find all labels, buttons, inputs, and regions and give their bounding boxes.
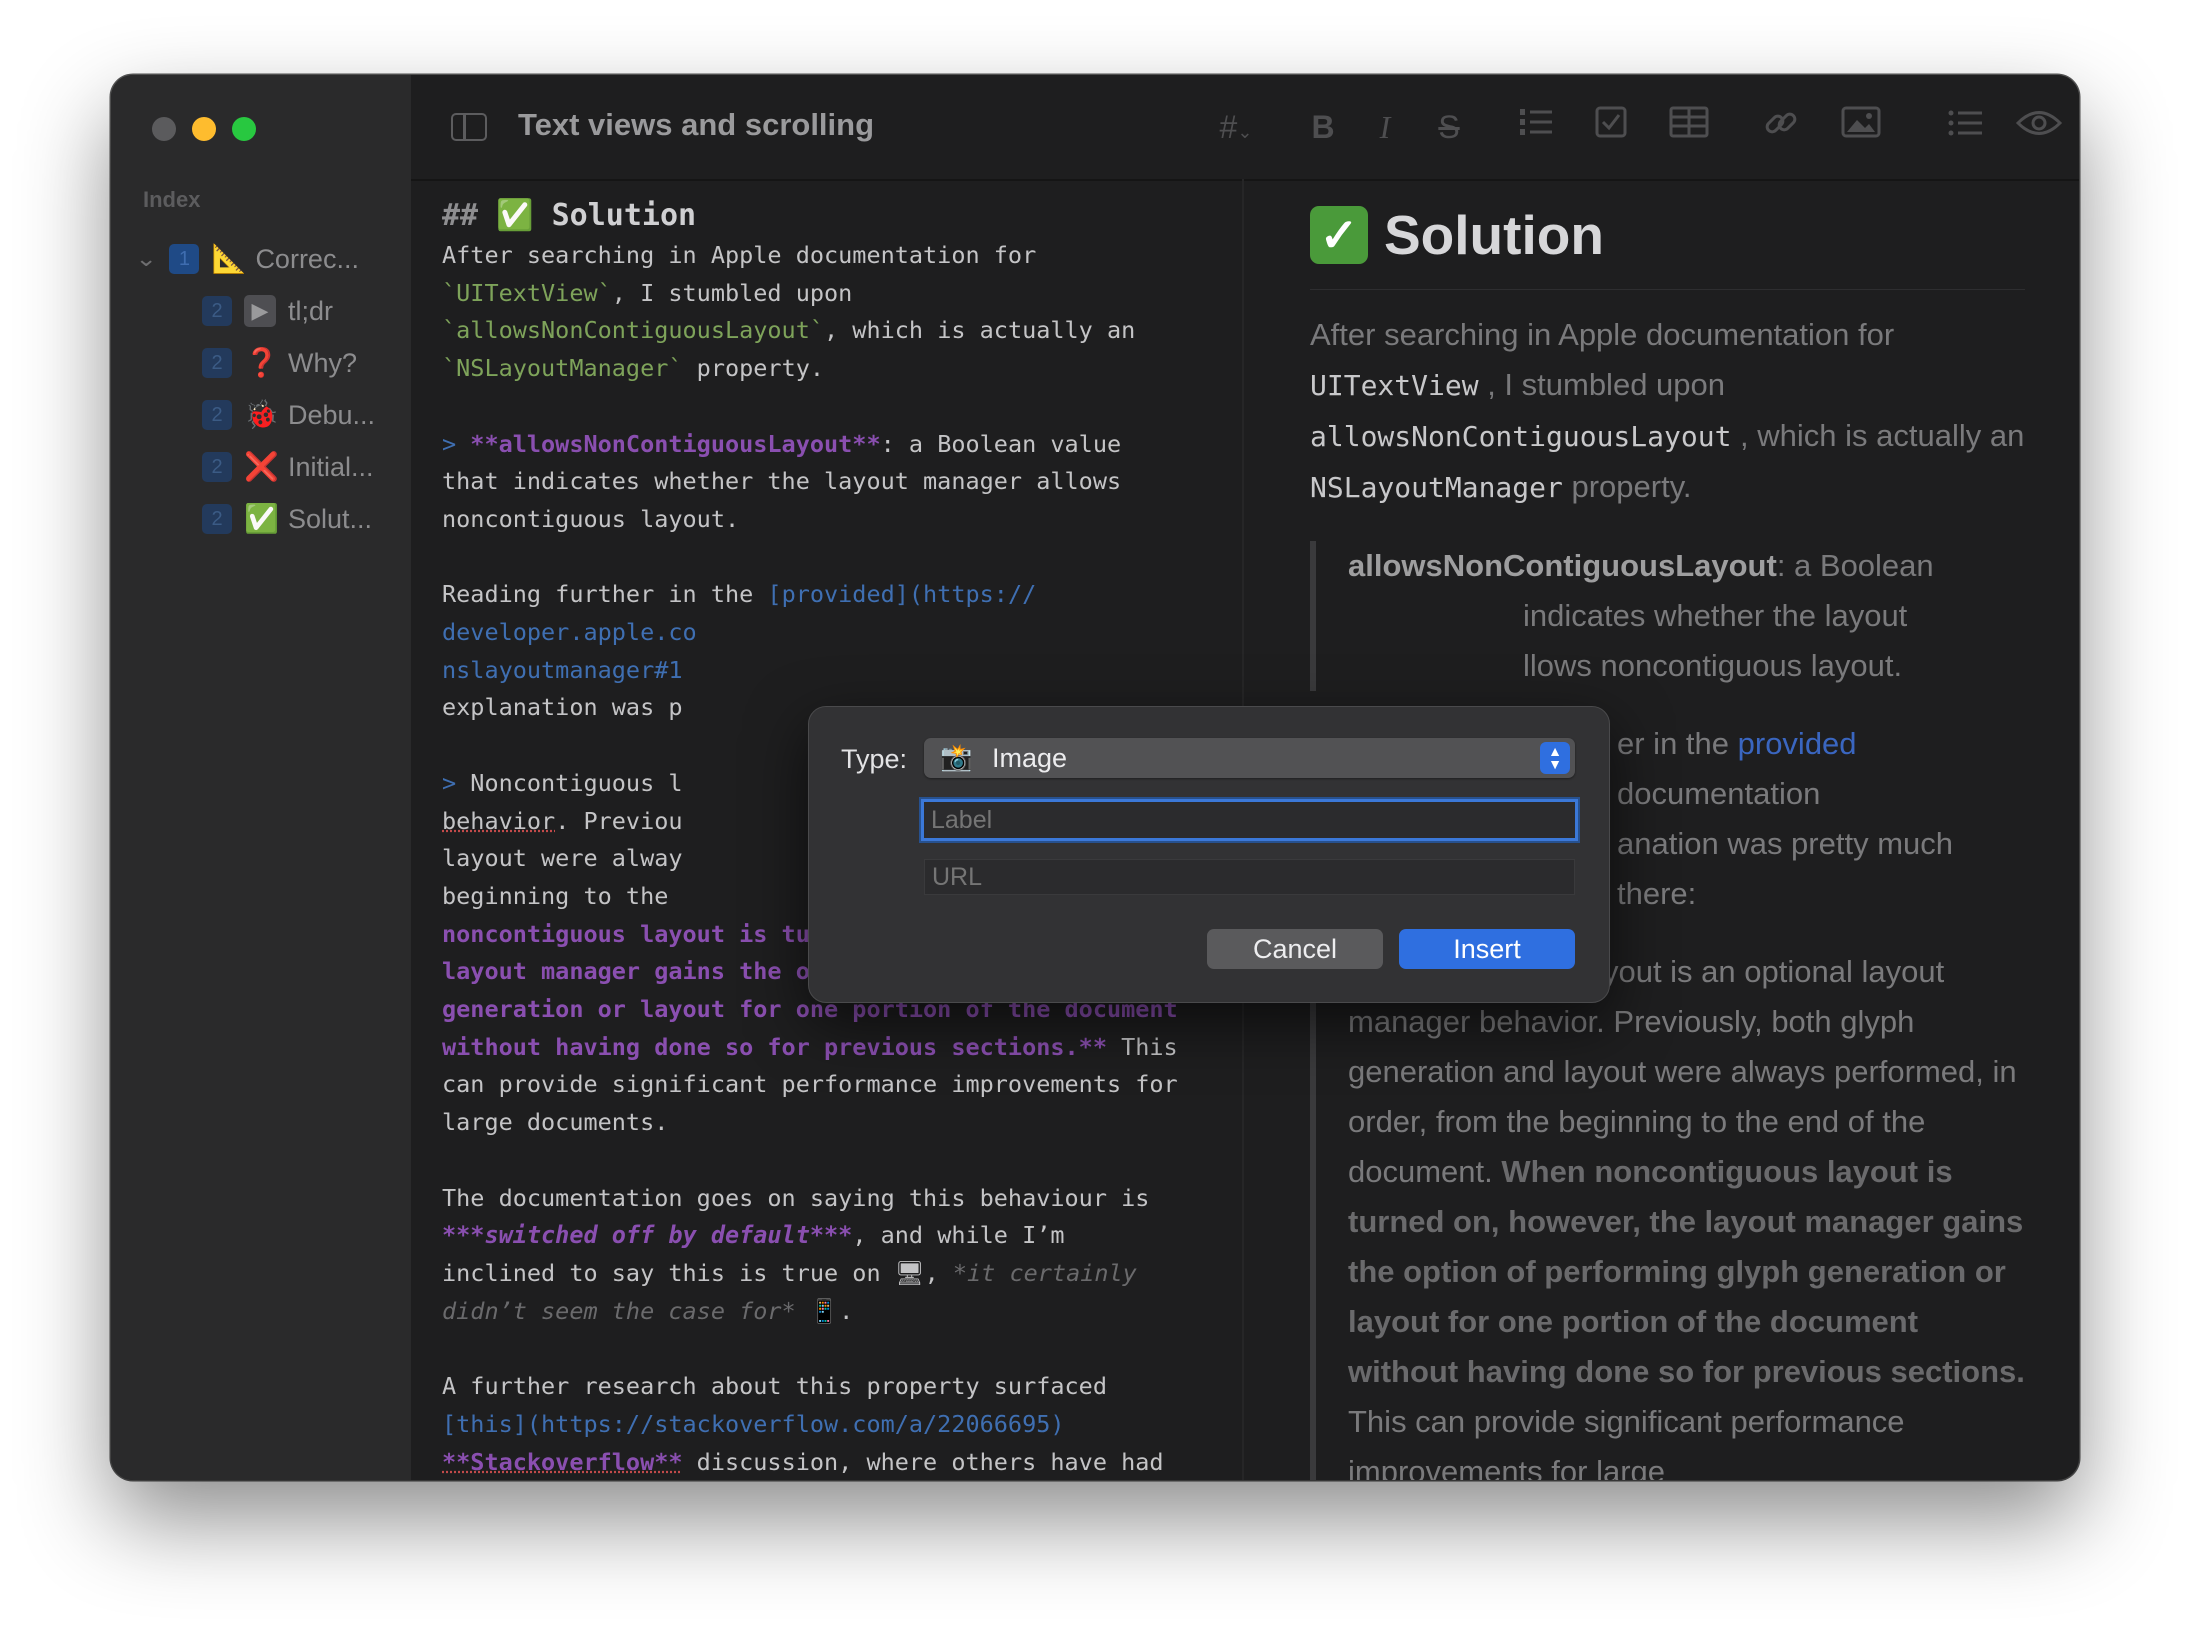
preview-heading-text: Solution — [1384, 204, 1604, 266]
bold-text: **allowsNonContiguousLayout** — [470, 429, 881, 458]
sidebar-toggle-icon[interactable] — [451, 113, 487, 141]
sidebar-item-label: tl;dr — [288, 295, 334, 326]
preview-heading: ✓ Solution — [1310, 195, 2025, 290]
heading-menu-button[interactable]: #⌄ — [1206, 105, 1266, 149]
chevron-down-icon[interactable]: ⌄ — [135, 246, 157, 272]
editor-paragraph: The documentation goes on saying this be… — [442, 1183, 1150, 1325]
minimize-window-button[interactable] — [192, 117, 216, 141]
type-select[interactable]: 📸 Image ▲ ▼ — [924, 738, 1575, 778]
check-mark-icon: ✅ — [496, 198, 534, 233]
sidebar-item-label: Debu... — [288, 399, 376, 430]
sidebar-item-debug[interactable]: 2 🐞 Debu... — [202, 395, 375, 435]
cancel-button[interactable]: Cancel — [1207, 929, 1383, 969]
heading-level-badge: 2 — [202, 452, 232, 482]
check-mark-icon: ✓ — [1310, 206, 1368, 264]
italic-button[interactable]: I — [1367, 105, 1403, 149]
check-mark-icon: ✅ — [244, 503, 279, 534]
inline-code: UITextView — [1310, 369, 1479, 402]
editor-blockquote: > **allowsNonContiguousLayout**: a Boole… — [442, 429, 1122, 533]
editor-heading: ## ✅ Solution — [442, 195, 1222, 237]
desktop-computer-icon: 🖥 — [894, 1258, 925, 1287]
numbered-list-icon — [1520, 109, 1552, 135]
checklist-button[interactable] — [1591, 105, 1631, 149]
preview-link[interactable]: provided — [1738, 726, 1857, 761]
heading-icon: # — [1219, 109, 1238, 145]
close-window-button[interactable] — [152, 117, 176, 141]
zoom-window-button[interactable] — [232, 117, 256, 141]
bold-button[interactable]: B — [1305, 105, 1341, 149]
eye-icon — [2015, 111, 2063, 135]
link-button[interactable] — [1761, 105, 1801, 149]
inline-code: NSLayoutManager — [1310, 471, 1563, 504]
heading-level-badge: 2 — [202, 348, 232, 378]
table-button[interactable] — [1667, 105, 1711, 149]
type-label: Type: — [841, 744, 908, 774]
strikethrough-button[interactable]: S — [1431, 105, 1467, 149]
heading-marker: ## — [442, 198, 497, 233]
bold-text: **Stackoverflow** — [442, 1447, 683, 1476]
sidebar-item-label: Why? — [288, 347, 358, 378]
url-input[interactable] — [924, 859, 1575, 895]
preview-paragraph: After searching in Apple documentation f… — [1310, 317, 2025, 504]
sidebar-item-solution[interactable]: 2 ✅ Solut... — [202, 499, 372, 539]
play-icon: ▶ — [244, 295, 276, 327]
preview-toggle-button[interactable] — [2015, 105, 2063, 149]
table-icon — [1669, 106, 1709, 138]
markdown-link: [this](https://stackoverflow.com/a/22066… — [442, 1409, 1065, 1438]
toolbar: Text views and scrolling #⌄ B I S — [411, 75, 2079, 181]
image-icon — [1841, 106, 1881, 138]
editor-paragraph: Reading further in the [provided](https:… — [442, 580, 1037, 722]
label-input[interactable] — [921, 799, 1578, 841]
misspelled-word: behavior — [442, 806, 556, 835]
index-label: Index — [143, 187, 201, 212]
heading-level-badge: 1 — [169, 244, 200, 274]
bug-icon: 🐞 — [244, 399, 279, 430]
heading-level-badge: 2 — [202, 400, 232, 430]
inline-code: `UITextView` — [442, 278, 612, 307]
chevron-down-icon: ⌄ — [1237, 122, 1253, 142]
sidebar-item-initial[interactable]: 2 ❌ Initial... — [202, 447, 374, 487]
select-arrows-icon: ▲ ▼ — [1540, 742, 1570, 774]
mobile-phone-icon: 📱 — [795, 1296, 840, 1325]
heading-text: Solution — [533, 198, 697, 233]
sidebar-item-label: Initial... — [288, 451, 374, 482]
ordered-list-button[interactable] — [1516, 105, 1556, 149]
app-window: Index ⌄ 1 📐 Correc... 2 ▶ tl;dr 2 ❓ Why?… — [111, 75, 2079, 1480]
camera-icon: 📸 — [940, 742, 973, 772]
sidebar-item-why[interactable]: 2 ❓ Why? — [202, 343, 357, 383]
cross-mark-icon: ❌ — [244, 451, 279, 482]
markdown-link: nslayoutmanager#1 — [442, 655, 683, 684]
list-icon — [1948, 110, 1982, 136]
heading-level-badge: 2 — [202, 504, 232, 534]
link-icon — [1765, 112, 1797, 134]
heading-level-badge: 2 — [202, 296, 232, 326]
inline-code: allowsNonContiguousLayout — [1310, 420, 1732, 453]
insert-link-dialog: Type: 📸 Image ▲▼ Cancel Insert — [808, 706, 1610, 1003]
inline-code: `NSLayoutManager` — [442, 354, 683, 383]
preview-blockquote: allowsNonContiguousLayout: a Boolean ind… — [1310, 541, 2025, 691]
sidebar-item-tldr[interactable]: 2 ▶ tl;dr — [202, 291, 333, 331]
sidebar-item-label: Correc... — [255, 243, 359, 274]
question-icon: ❓ — [244, 347, 279, 378]
editor-paragraph: A further research about this property s… — [442, 1372, 1164, 1476]
insert-button[interactable]: Insert — [1399, 929, 1575, 969]
checkbox-icon — [1595, 106, 1627, 138]
outline-button[interactable] — [1946, 105, 1986, 149]
sidebar-item-label: Solut... — [288, 503, 373, 534]
sidebar: Index ⌄ 1 📐 Correc... 2 ▶ tl;dr 2 ❓ Why?… — [111, 75, 411, 1480]
bold-italic-text: ***switched off by default*** — [442, 1221, 853, 1250]
type-select-value: Image — [992, 743, 1068, 773]
sidebar-item-correc[interactable]: ⌄ 1 📐 Correc... — [135, 239, 359, 279]
document-title: Text views and scrolling — [518, 107, 875, 142]
triangle-ruler-icon: 📐 — [211, 243, 247, 274]
editor-paragraph: After searching in Apple documentation f… — [442, 241, 1136, 383]
preview-blockquote: uous layout is an optional layout manage… — [1310, 947, 2025, 1480]
image-button[interactable] — [1839, 105, 1883, 149]
inline-code: `allowsNonContiguousLayout` — [442, 316, 825, 345]
